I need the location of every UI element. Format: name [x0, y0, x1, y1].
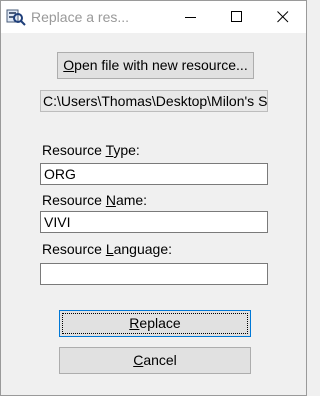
replace-resource-dialog: Replace a res... Open file with new reso… — [0, 0, 307, 396]
resource-name-label-key: N — [105, 192, 116, 208]
resource-name-label-post: ame: — [115, 192, 148, 208]
resource-type-input[interactable] — [40, 163, 268, 185]
resource-name-label-pre: Resource — [42, 192, 106, 208]
maximize-button[interactable] — [215, 1, 259, 33]
minimize-button[interactable] — [169, 1, 213, 33]
file-path-field[interactable]: C:\Users\Thomas\Desktop\Milon's S — [40, 90, 268, 112]
window-title: Replace a res... — [31, 9, 130, 25]
resource-name-label: Resource Name: — [42, 192, 147, 208]
cancel-label-key: C — [133, 352, 144, 368]
open-file-label-post: pen file with new resource... — [74, 57, 248, 73]
close-button[interactable] — [261, 1, 305, 33]
focus-ring — [62, 313, 248, 334]
resource-language-input[interactable] — [40, 263, 268, 285]
resource-language-label-key: L — [105, 241, 114, 257]
resource-type-label: Resource Type: — [42, 142, 140, 158]
cancel-button[interactable]: Cancel — [59, 347, 251, 374]
open-file-button[interactable]: Open file with new resource... — [57, 52, 254, 79]
app-icon — [6, 8, 26, 26]
resource-language-label: Resource Language: — [42, 241, 172, 257]
title-bar[interactable]: Replace a res... — [1, 1, 306, 33]
maximize-icon — [231, 11, 242, 22]
resource-language-label-pre: Resource — [42, 241, 106, 257]
close-icon — [277, 11, 289, 23]
resource-name-input[interactable] — [40, 211, 268, 233]
resource-language-label-post: anguage: — [113, 241, 173, 257]
resource-type-label-post: ype: — [113, 142, 140, 158]
cancel-label-post: ancel — [143, 352, 177, 368]
open-file-label-key: O — [63, 57, 75, 73]
replace-button[interactable]: Replace — [59, 310, 251, 337]
resource-type-label-pre: Resource — [42, 142, 106, 158]
minimize-icon — [185, 17, 196, 18]
